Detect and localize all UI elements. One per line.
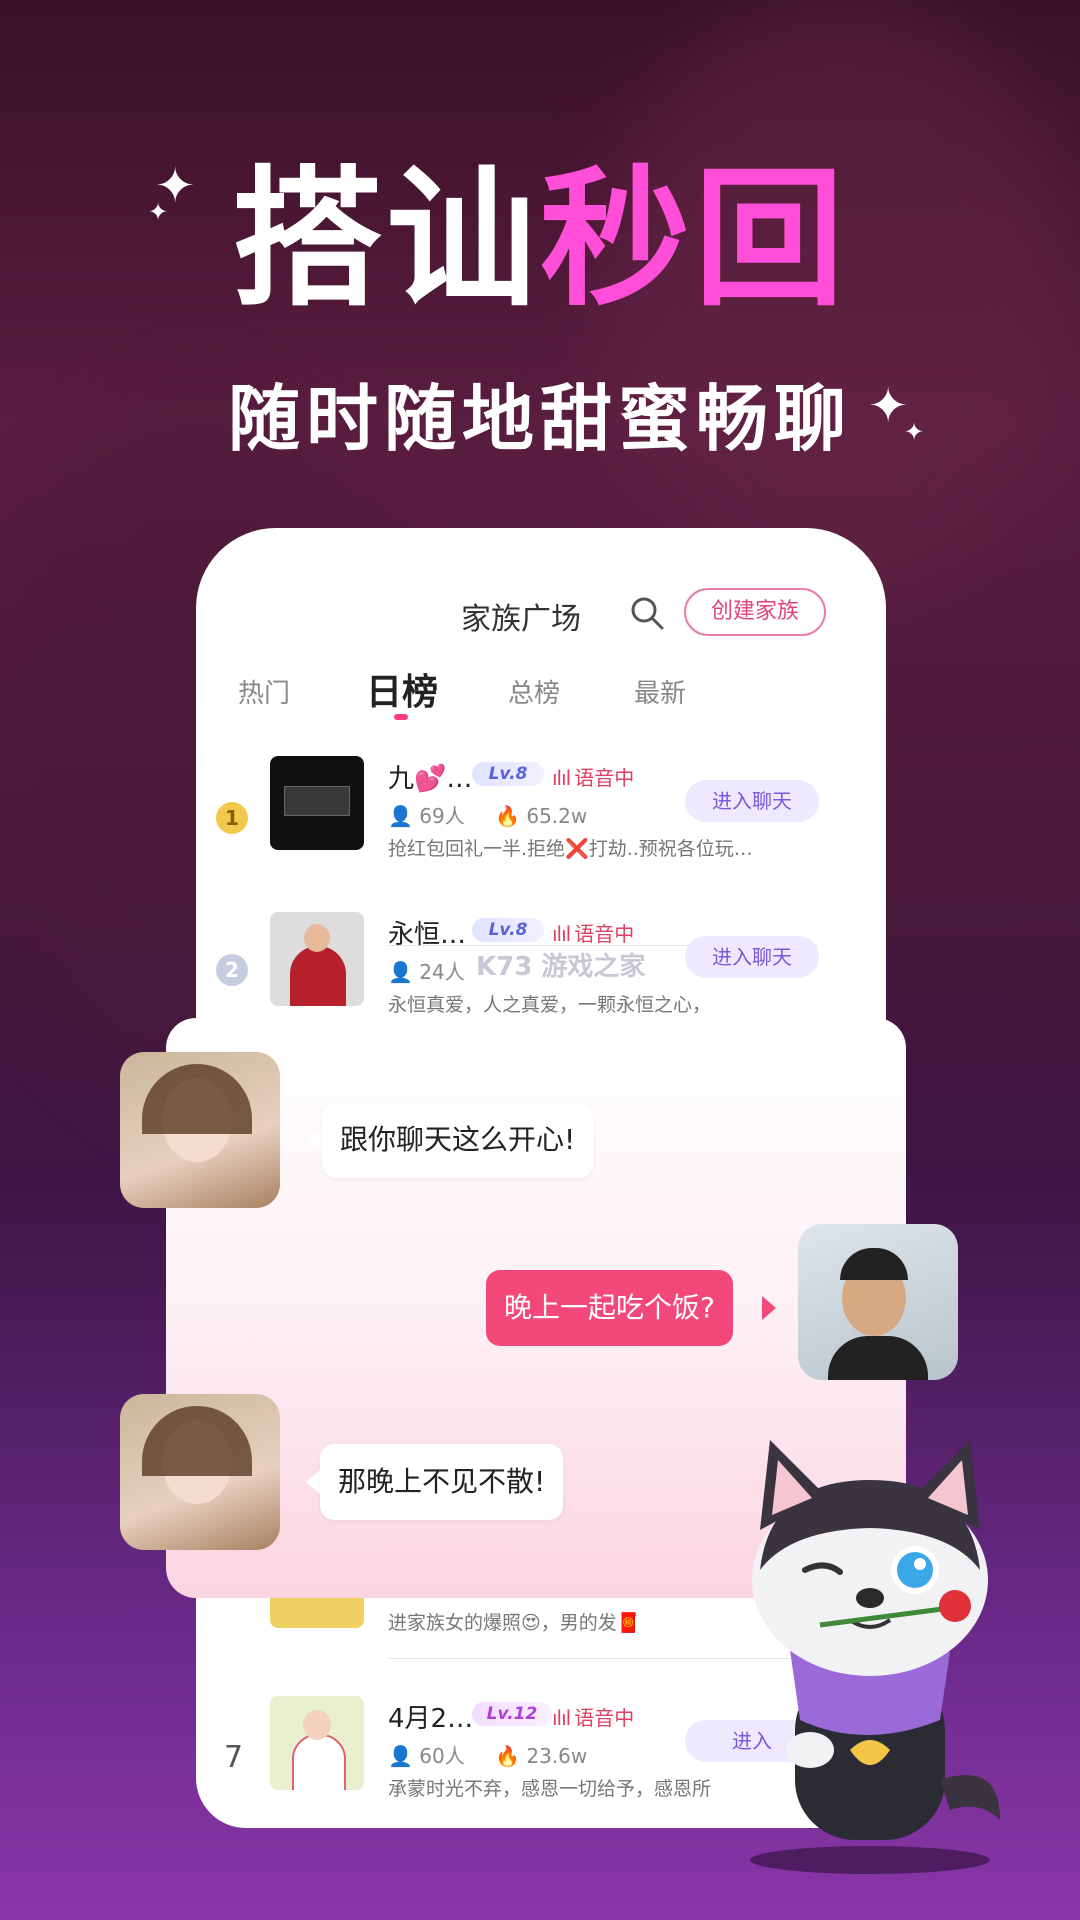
heat-count: 🔥 65.2w	[495, 804, 588, 828]
watermark: K73 游戏之家	[476, 952, 646, 982]
headline-pink: 秒回	[540, 153, 849, 327]
enter-chat-button[interactable]: 进入聊天	[685, 780, 819, 822]
female-avatar[interactable]	[120, 1052, 280, 1208]
tab-latest[interactable]: 最新	[634, 673, 686, 710]
family-description: 承蒙时光不弃，感恩一切给予，感恩所	[388, 1778, 712, 1800]
bubble-tail	[762, 1296, 776, 1320]
voice-bars-icon: ılıl	[552, 766, 571, 790]
voice-status-label: 语音中	[574, 1706, 635, 1730]
voice-status-label: 语音中	[574, 766, 635, 790]
chat-bubble-received: 跟你聊天这么开心!	[322, 1102, 594, 1178]
list-item[interactable]: 1 九💕… Lv.8 ılıl 语音中 👤 69人 🔥 65.2w 抢红包回礼一半…	[196, 756, 886, 912]
family-name: 永恒…	[388, 920, 467, 950]
male-avatar[interactable]	[798, 1224, 958, 1380]
create-family-button[interactable]: 创建家族	[684, 588, 826, 636]
level-badge: Lv.8	[472, 918, 544, 942]
voice-status: ılıl 语音中	[552, 1702, 634, 1731]
enter-chat-button[interactable]: 进入聊天	[685, 936, 819, 978]
voice-bars-icon: ılıl	[552, 1706, 571, 1730]
family-thumbnail	[270, 912, 364, 1006]
tab-indicator	[394, 714, 408, 720]
level-badge: Lv.12	[472, 1702, 552, 1726]
tab-total[interactable]: 总榜	[508, 673, 560, 710]
chat-bubble-received: 那晚上不见不散!	[320, 1444, 564, 1520]
member-count: 👤 24人	[388, 960, 465, 984]
bubble-tail	[306, 1470, 320, 1494]
level-badge: Lv.8	[472, 762, 544, 786]
family-description: 抢红包回礼一半.拒绝❌打劫..预祝各位玩…	[388, 838, 753, 860]
member-count: 👤 60人	[388, 1744, 465, 1768]
family-name: 九💕…	[388, 764, 473, 794]
family-thumbnail	[270, 756, 364, 850]
search-icon[interactable]	[628, 594, 666, 632]
voice-status: ılıl 语音中	[552, 918, 634, 947]
family-thumbnail	[270, 1696, 364, 1790]
husky-mascot-icon	[750, 1440, 1000, 1874]
tab-hot[interactable]: 热门	[238, 673, 290, 710]
rank-number: 7	[224, 1740, 244, 1775]
top-bar: 家族广场 创建家族	[196, 588, 886, 648]
tab-bar: 热门 日榜 总榜 最新	[196, 663, 886, 723]
family-stats: 👤 24人	[388, 956, 489, 985]
subline: 随时随地甜蜜畅聊	[227, 377, 852, 461]
family-description: 永恒真爱，人之真爱，一颗永恒之心，	[388, 994, 712, 1016]
bubble-tail	[308, 1128, 322, 1152]
heat-count: 🔥 23.6w	[495, 1744, 588, 1768]
member-count: 👤 69人	[388, 804, 465, 828]
page-title: 家族广场	[461, 602, 581, 637]
family-description: 进家族女的爆照😍，男的发🧧	[388, 1612, 641, 1634]
chat-bubble-sent: 晚上一起吃个饭?	[486, 1270, 733, 1346]
family-stats: 👤 69人 🔥 65.2w	[388, 800, 611, 829]
voice-status: ılıl 语音中	[552, 762, 634, 791]
silver-medal-icon: 2	[216, 954, 248, 986]
family-stats: 👤 60人 🔥 23.6w	[388, 1740, 611, 1769]
headline: 搭讪秒回	[0, 165, 1080, 315]
headline-white: 搭讪	[231, 153, 540, 327]
gold-medal-icon: 1	[216, 802, 248, 834]
family-name: 4月2…	[388, 1704, 474, 1734]
tab-daily[interactable]: 日榜	[366, 663, 438, 715]
female-avatar[interactable]	[120, 1394, 280, 1550]
voice-bars-icon: ılıl	[552, 922, 571, 946]
voice-status-label: 语音中	[574, 922, 635, 946]
